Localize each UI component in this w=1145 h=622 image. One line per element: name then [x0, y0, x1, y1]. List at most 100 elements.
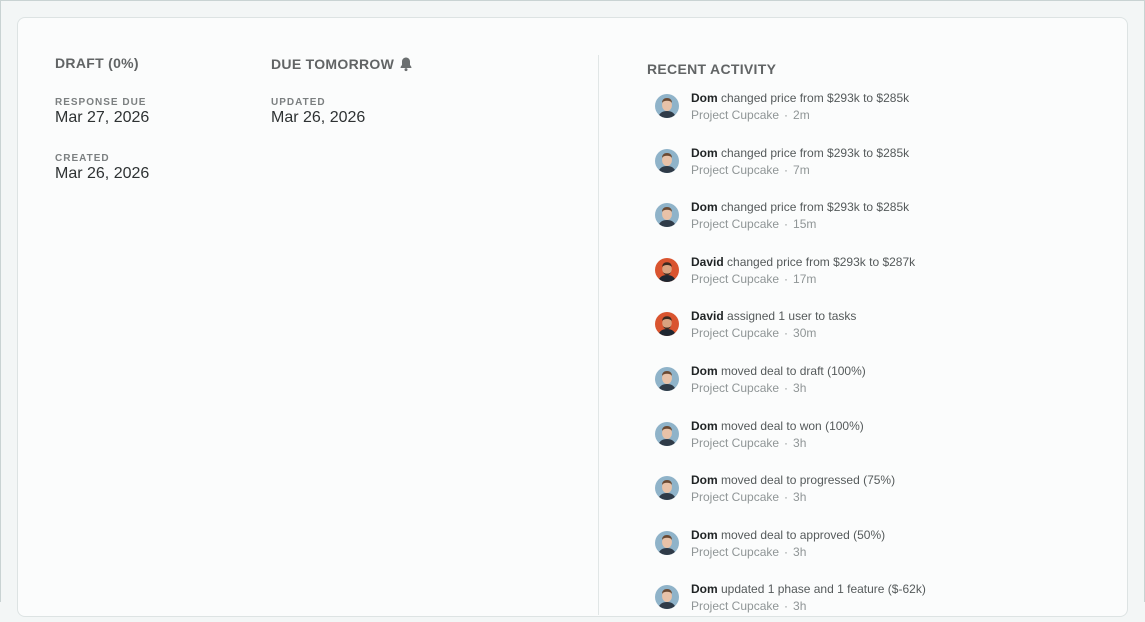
- avatar[interactable]: [655, 530, 679, 555]
- activity-meta: Project Cupcake · 15m: [691, 217, 816, 231]
- separator-dot: ·: [784, 435, 789, 450]
- activity-text: Dom changed price from $293k to $285k: [691, 146, 909, 160]
- separator-dot: ·: [784, 162, 789, 177]
- activity-item[interactable]: Dom changed price from $293k to $285k Pro…: [655, 200, 1055, 240]
- activity-time: 15m: [793, 217, 817, 232]
- activity-user[interactable]: Dom: [691, 473, 718, 487]
- due-heading: DUE TOMORROW: [271, 56, 395, 72]
- avatar[interactable]: [655, 476, 679, 501]
- activity-time: 3h: [793, 435, 807, 450]
- activity-action: updated 1 phase and 1 feature ($-62k): [717, 582, 926, 597]
- updated-value: Mar 26, 2026: [271, 109, 366, 126]
- response-due-value: Mar 27, 2026: [55, 109, 150, 126]
- activity-time: 3h: [793, 490, 807, 505]
- recent-activity-section: RECENT ACTIVITY: [647, 61, 776, 77]
- separator-dot: ·: [784, 381, 789, 395]
- activity-item[interactable]: Dom moved deal to progressed (75%) Projec…: [655, 473, 1055, 513]
- avatar[interactable]: [655, 148, 679, 173]
- separator-dot: ·: [784, 599, 789, 614]
- avatar[interactable]: [655, 585, 679, 610]
- activity-meta: Project Cupcake · 17m: [691, 272, 816, 286]
- separator-dot: ·: [784, 217, 789, 232]
- activity-user[interactable]: Dom: [691, 582, 718, 596]
- avatar[interactable]: [655, 257, 679, 282]
- deal-summary-card: DRAFT (0%) RESPONSE DUE Mar 27, 2026 CRE…: [17, 17, 1128, 617]
- activity-item[interactable]: David assigned 1 user to tasks Project Cu…: [655, 309, 1055, 349]
- activity-project-link[interactable]: Project Cupcake: [691, 381, 779, 395]
- activity-project-link[interactable]: Project Cupcake: [691, 163, 779, 177]
- activity-time: 7m: [793, 162, 810, 177]
- activity-project-link[interactable]: Project Cupcake: [691, 272, 779, 286]
- activity-project-link[interactable]: Project Cupcake: [691, 108, 779, 122]
- created-label: CREATED: [55, 153, 110, 164]
- activity-user[interactable]: David: [691, 255, 724, 269]
- activity-meta: Project Cupcake · 30m: [691, 326, 816, 340]
- activity-action: moved deal to approved (50%): [717, 527, 886, 542]
- column-divider: [598, 55, 599, 615]
- status-heading: DRAFT (0%): [55, 55, 139, 71]
- activity-user[interactable]: Dom: [691, 200, 718, 214]
- activity-text: Dom moved deal to draft (100%): [691, 364, 866, 378]
- activity-time: 17m: [793, 271, 817, 286]
- activity-project-link[interactable]: Project Cupcake: [691, 436, 779, 450]
- activity-project-link[interactable]: Project Cupcake: [691, 217, 779, 231]
- activity-user[interactable]: Dom: [691, 91, 718, 105]
- activity-item[interactable]: Dom moved deal to approved (50%) Project …: [655, 528, 1055, 568]
- activity-item[interactable]: Dom updated 1 phase and 1 feature ($-62k…: [655, 582, 1055, 622]
- activity-meta: Project Cupcake · 7m: [691, 163, 810, 177]
- activity-action: changed price from $293k to $285k: [717, 91, 910, 105]
- activity-project-link[interactable]: Project Cupcake: [691, 326, 779, 340]
- activity-project-link[interactable]: Project Cupcake: [691, 490, 779, 504]
- activity-meta: Project Cupcake · 3h: [691, 545, 806, 559]
- separator-dot: ·: [784, 490, 789, 505]
- activity-action: changed price from $293k to $287k: [723, 254, 916, 269]
- activity-item[interactable]: David changed price from $293k to $287k P…: [655, 255, 1055, 295]
- avatar[interactable]: [655, 421, 679, 446]
- activity-time: 3h: [793, 599, 807, 614]
- created-value: Mar 26, 2026: [55, 165, 150, 182]
- activity-action: changed price from $293k to $285k: [717, 200, 910, 215]
- activity-user[interactable]: Dom: [691, 364, 718, 378]
- updated-label: UPDATED: [271, 97, 326, 108]
- bell-icon[interactable]: [399, 56, 413, 72]
- activity-action: moved deal to draft (100%): [717, 364, 866, 378]
- avatar[interactable]: [655, 312, 679, 337]
- activity-meta: Project Cupcake · 3h: [691, 381, 806, 395]
- separator-dot: ·: [784, 108, 789, 122]
- activity-time: 3h: [793, 544, 807, 559]
- avatar[interactable]: [655, 94, 679, 118]
- activity-text: David assigned 1 user to tasks: [691, 309, 856, 323]
- activity-user[interactable]: Dom: [691, 528, 718, 542]
- recent-activity-title: RECENT ACTIVITY: [647, 61, 777, 77]
- avatar[interactable]: [655, 367, 679, 391]
- activity-project-link[interactable]: Project Cupcake: [691, 545, 779, 559]
- separator-dot: ·: [784, 271, 789, 286]
- activity-time: 3h: [793, 381, 807, 395]
- response-due-label: RESPONSE DUE: [55, 97, 147, 108]
- activity-meta: Project Cupcake · 3h: [691, 436, 806, 450]
- activity-item[interactable]: Dom moved deal to draft (100%) Project Cu…: [655, 364, 1055, 404]
- activity-user[interactable]: Dom: [691, 146, 718, 160]
- activity-text: Dom moved deal to won (100%): [691, 419, 864, 433]
- activity-meta: Project Cupcake · 3h: [691, 490, 806, 504]
- activity-text: Dom updated 1 phase and 1 feature ($-62k…: [691, 582, 926, 596]
- activity-item[interactable]: Dom changed price from $293k to $285k Pro…: [655, 146, 1055, 186]
- activity-action: moved deal to won (100%): [717, 418, 864, 433]
- activity-text: Dom moved deal to progressed (75%): [691, 473, 895, 487]
- activity-action: assigned 1 user to tasks: [723, 309, 857, 324]
- activity-text: David changed price from $293k to $287k: [691, 255, 915, 269]
- activity-user[interactable]: Dom: [691, 419, 718, 433]
- activity-time: 2m: [793, 108, 810, 122]
- activity-text: Dom changed price from $293k to $285k: [691, 200, 909, 214]
- activity-project-link[interactable]: Project Cupcake: [691, 599, 779, 613]
- separator-dot: ·: [784, 544, 789, 559]
- activity-meta: Project Cupcake · 3h: [691, 599, 806, 613]
- separator-dot: ·: [784, 326, 789, 341]
- activity-item[interactable]: Dom changed price from $293k to $285k Pro…: [655, 91, 1055, 131]
- activity-user[interactable]: David: [691, 309, 724, 323]
- activity-item[interactable]: Dom moved deal to won (100%) Project Cupc…: [655, 419, 1055, 459]
- avatar[interactable]: [655, 203, 679, 228]
- activity-action: changed price from $293k to $285k: [717, 145, 910, 160]
- activity-meta: Project Cupcake · 2m: [691, 108, 810, 122]
- activity-text: Dom moved deal to approved (50%): [691, 528, 885, 542]
